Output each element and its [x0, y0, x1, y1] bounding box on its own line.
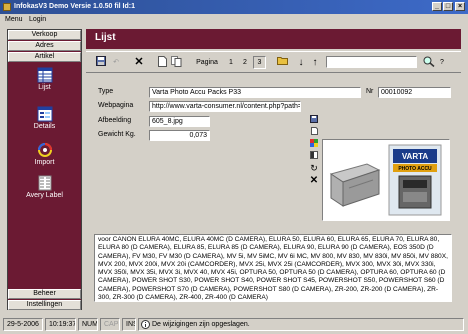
type-label: Type [98, 88, 114, 95]
status-time: 10:19:37 [45, 318, 76, 331]
pagina-label: Pagina [196, 59, 218, 66]
sidebar-item-import[interactable]: Import [8, 142, 81, 166]
sidebar-tab-instellingen[interactable]: Instellingen [8, 300, 81, 310]
menu-bar: Menu Login [0, 14, 468, 25]
open-folder-icon[interactable] [276, 56, 288, 69]
app-icon [3, 3, 11, 11]
status-message: De wijzigingen zijn opgeslagen. [152, 321, 250, 328]
main-panel: Lijst ↶ ✕ Pagina 1 2 3 ↓ ↑ ? Type Varta … [86, 29, 461, 310]
status-date: 29-5-2006 [3, 318, 43, 331]
sidebar-item-details[interactable]: Details [8, 106, 81, 130]
page-button-2[interactable]: 2 [240, 56, 250, 69]
title-bar[interactable]: InfokasV3 Demo Versie 1.0.50 fil Id:1 _ … [0, 0, 468, 14]
label-sheet-icon [38, 175, 51, 191]
save-icon[interactable] [95, 56, 107, 69]
page-button-1[interactable]: 1 [226, 56, 236, 69]
status-bar: 29-5-2006 10:19:37 NUM CAPS INS De wijzi… [0, 314, 468, 334]
sidebar-tab-artikel[interactable]: Artikel [8, 52, 81, 62]
delete-icon[interactable]: ✕ [133, 56, 145, 69]
nr-label: Nr [366, 88, 374, 95]
maximize-button[interactable]: □ [443, 2, 453, 11]
rotate-image-icon[interactable]: ↻ [309, 163, 319, 173]
image-product-text: PHOTO ACCU [398, 166, 432, 172]
image-brand-text: VARTA [402, 152, 429, 161]
gewicht-label: Gewicht Kg. [98, 131, 136, 138]
sidebar-tab-beheer[interactable]: Beheer [8, 289, 81, 299]
sidebar-item-label: Lijst [38, 84, 51, 91]
toolbar: ↶ ✕ Pagina 1 2 3 ↓ ↑ ? [86, 51, 461, 73]
sidebar-tab-verkoop[interactable]: Verkoop [8, 30, 81, 40]
new-document-icon[interactable] [156, 56, 168, 69]
status-message-panel: De wijzigingen zijn opgeslagen. [138, 318, 464, 331]
afbeelding-label: Afbeelding [98, 117, 132, 124]
sidebar: Verkoop Adres Artikel Lijst Details Impo… [7, 29, 82, 310]
delete-image-icon[interactable]: ✕ [309, 176, 319, 186]
page-button-3[interactable]: 3 [253, 56, 266, 69]
sidebar-item-label: Details [33, 123, 56, 130]
minimize-button[interactable]: _ [432, 2, 442, 11]
close-button[interactable]: × [455, 2, 465, 11]
save-image-icon[interactable] [309, 115, 319, 125]
menu-item-login[interactable]: Login [29, 16, 46, 23]
sidebar-item-label: Import [34, 159, 55, 166]
webpagina-label: Webpagina [98, 102, 134, 109]
status-num: NUM [78, 318, 98, 331]
description-textarea[interactable]: voor CANON ELURA 40MC, ELURA 40MC (D CAM… [94, 234, 452, 302]
import-swirl-icon [37, 143, 52, 157]
application-window: InfokasV3 Demo Versie 1.0.50 fil Id:1 _ … [0, 0, 468, 334]
search-input[interactable] [326, 56, 417, 68]
new-image-icon[interactable] [309, 127, 319, 137]
select-image-icon[interactable] [309, 139, 319, 149]
sidebar-item-avery-label[interactable]: Avery Label [8, 175, 81, 199]
sidebar-item-label: Avery Label [26, 192, 63, 199]
details-form-icon [37, 106, 52, 122]
info-icon [141, 320, 150, 329]
flip-image-icon[interactable] [309, 151, 319, 161]
help-icon[interactable]: ? [437, 56, 447, 69]
webpagina-field[interactable]: http://www.varta-consumer.nl/content.php… [149, 101, 301, 112]
copy-document-icon[interactable] [170, 56, 182, 69]
undo-icon[interactable]: ↶ [110, 56, 122, 69]
nr-field[interactable]: 00010092 [378, 87, 451, 98]
search-icon[interactable] [422, 56, 436, 69]
status-ins: INS [122, 318, 136, 331]
type-field[interactable]: Varta Photo Accu Packs P33 [149, 87, 361, 98]
status-caps: CAPS [100, 318, 120, 331]
afbeelding-field[interactable]: 605_8.jpg [149, 116, 210, 127]
page-title: Lijst [86, 29, 461, 49]
sidebar-item-lijst[interactable]: Lijst [8, 67, 81, 91]
sort-down-icon[interactable]: ↓ [296, 56, 306, 69]
battery-photo: VARTA PHOTO ACCU [323, 140, 449, 220]
product-image: VARTA PHOTO ACCU [322, 139, 450, 221]
menu-item-menu[interactable]: Menu [5, 16, 23, 23]
window-title: InfokasV3 Demo Versie 1.0.50 fil Id:1 [14, 3, 135, 10]
sidebar-tab-adres[interactable]: Adres [8, 41, 81, 51]
gewicht-field[interactable]: 0,073 [149, 130, 210, 141]
sort-up-icon[interactable]: ↑ [310, 56, 320, 69]
list-grid-icon [37, 67, 52, 83]
